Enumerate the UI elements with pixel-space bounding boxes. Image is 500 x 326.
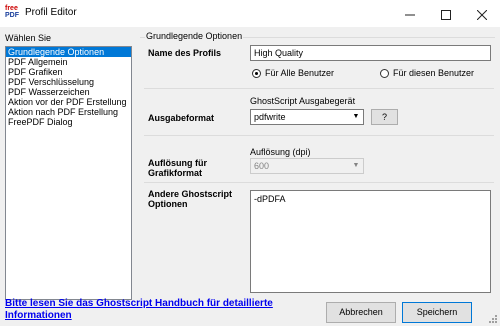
freepdf-logo-icon: free PDF bbox=[5, 5, 19, 19]
separator bbox=[144, 135, 494, 136]
save-button[interactable]: Speichern bbox=[402, 302, 472, 323]
maximize-icon bbox=[440, 9, 451, 20]
device-label: GhostScript Ausgabegerät bbox=[250, 96, 356, 106]
dpi-select: 600 ▼ bbox=[250, 158, 364, 174]
window-title: Profil Editor bbox=[25, 7, 77, 18]
gs-options-label-line2: Optionen bbox=[148, 199, 188, 209]
radio-all-users[interactable] bbox=[252, 69, 261, 78]
profile-name-label: Name des Profils bbox=[148, 48, 222, 58]
resize-grip-icon[interactable] bbox=[488, 314, 498, 324]
list-item-grundlegende-optionen[interactable]: Grundlegende Optionen bbox=[6, 47, 131, 57]
minimize-icon bbox=[404, 14, 415, 16]
separator bbox=[144, 182, 494, 183]
cancel-button[interactable]: Abbrechen bbox=[326, 302, 396, 323]
list-item-freepdf-dialog[interactable]: FreePDF Dialog bbox=[6, 117, 131, 127]
ghostscript-manual-link[interactable]: Bitte lesen Sie das Ghostscript Handbuch… bbox=[5, 298, 305, 322]
group-title: Grundlegende Optionen bbox=[145, 31, 244, 41]
dpi-label: Auflösung (dpi) bbox=[250, 147, 311, 157]
gs-options-label-line1: Andere Ghostscript bbox=[148, 189, 233, 199]
chevron-down-icon: ▼ bbox=[352, 162, 360, 169]
options-list[interactable]: Grundlegende Optionen PDF Allgemein PDF … bbox=[5, 46, 132, 300]
gs-options-value: -dPDFA bbox=[254, 194, 286, 204]
minimize-button[interactable] bbox=[393, 0, 426, 27]
device-value: pdfwrite bbox=[254, 112, 286, 122]
gs-options-textarea[interactable]: -dPDFA bbox=[250, 190, 491, 293]
list-item-aktion-vor[interactable]: Aktion vor der PDF Erstellung bbox=[6, 97, 131, 107]
close-button[interactable] bbox=[465, 0, 498, 27]
dpi-value: 600 bbox=[254, 161, 270, 171]
radio-this-user[interactable] bbox=[380, 69, 389, 78]
list-item-pdf-allgemein[interactable]: PDF Allgemein bbox=[6, 57, 131, 67]
maximize-button[interactable] bbox=[429, 0, 462, 27]
list-item-pdf-verschluesselung[interactable]: PDF Verschlüsselung bbox=[6, 77, 131, 87]
profile-name-input[interactable]: High Quality bbox=[250, 45, 491, 61]
device-select[interactable]: pdfwrite ▼ bbox=[250, 109, 364, 125]
list-item-pdf-grafiken[interactable]: PDF Grafiken bbox=[6, 67, 131, 77]
output-format-label: Ausgabeformat bbox=[148, 113, 215, 123]
device-help-button[interactable]: ? bbox=[371, 109, 398, 125]
list-title: Wählen Sie bbox=[5, 33, 52, 43]
radio-dot bbox=[255, 72, 258, 75]
close-icon bbox=[476, 9, 487, 20]
radio-this-user-label[interactable]: Für diesen Benutzer bbox=[393, 68, 474, 78]
resolution-label-line2: Grafikformat bbox=[148, 168, 203, 178]
chevron-down-icon: ▼ bbox=[352, 113, 360, 120]
list-item-pdf-wasserzeichen[interactable]: PDF Wasserzeichen bbox=[6, 87, 131, 97]
separator bbox=[144, 88, 494, 89]
resolution-label-line1: Auflösung für bbox=[148, 158, 207, 168]
list-item-aktion-nach[interactable]: Aktion nach PDF Erstellung bbox=[6, 107, 131, 117]
radio-all-users-label[interactable]: Für Alle Benutzer bbox=[265, 68, 334, 78]
